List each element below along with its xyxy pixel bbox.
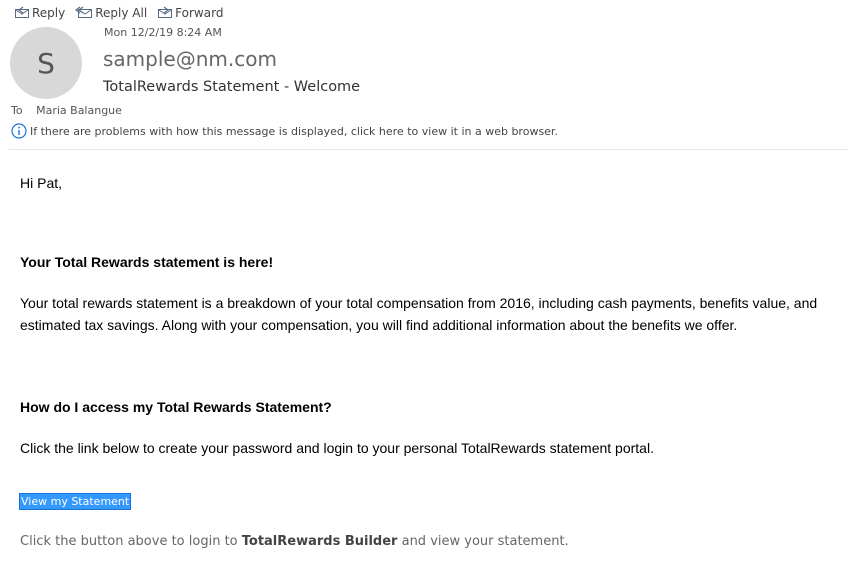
statement-heading: Your Total Rewards statement is here! <box>20 254 274 270</box>
view-statement-link[interactable]: View my Statement <box>18 493 132 510</box>
recipient-row: To Maria Balangue <box>11 104 122 117</box>
forward-icon <box>158 6 173 18</box>
notice-text: If there are problems with how this mess… <box>30 124 558 138</box>
message-subject: TotalRewards Statement - Welcome <box>103 79 361 95</box>
greeting: Hi Pat, <box>20 175 63 191</box>
reply-label: Reply <box>32 6 66 20</box>
sender-address[interactable]: sample@nm.com <box>103 47 277 71</box>
header-divider <box>9 149 848 150</box>
recipient-name[interactable]: Maria Balangue <box>36 104 122 117</box>
display-problem-notice[interactable]: If there are problems with how this mess… <box>11 123 558 139</box>
footer-post: and view your statement. <box>397 534 569 549</box>
footer-pre: Click the button above to login to <box>20 534 242 549</box>
message-toolbar: Reply Reply All Forward <box>14 4 233 22</box>
reply-all-icon <box>75 6 93 18</box>
forward-label: Forward <box>175 6 224 20</box>
access-paragraph: Click the link below to create your pass… <box>20 440 654 456</box>
forward-button[interactable]: Forward <box>157 6 223 20</box>
footer-product-name: TotalRewards Builder <box>241 534 398 549</box>
access-heading: How do I access my Total Rewards Stateme… <box>20 399 332 415</box>
sender-avatar: S <box>10 27 82 99</box>
footer-text: Click the button above to login to Total… <box>20 531 569 553</box>
reply-all-button[interactable]: Reply All <box>75 6 147 20</box>
sent-date: Mon 12/2/19 8:24 AM <box>104 26 222 39</box>
reply-icon <box>15 6 29 18</box>
statement-paragraph: Your total rewards statement is a breakd… <box>20 295 818 333</box>
reply-button[interactable]: Reply <box>14 6 65 20</box>
to-label: To <box>11 104 23 117</box>
reply-all-label: Reply All <box>95 6 148 20</box>
info-icon <box>11 123 27 139</box>
